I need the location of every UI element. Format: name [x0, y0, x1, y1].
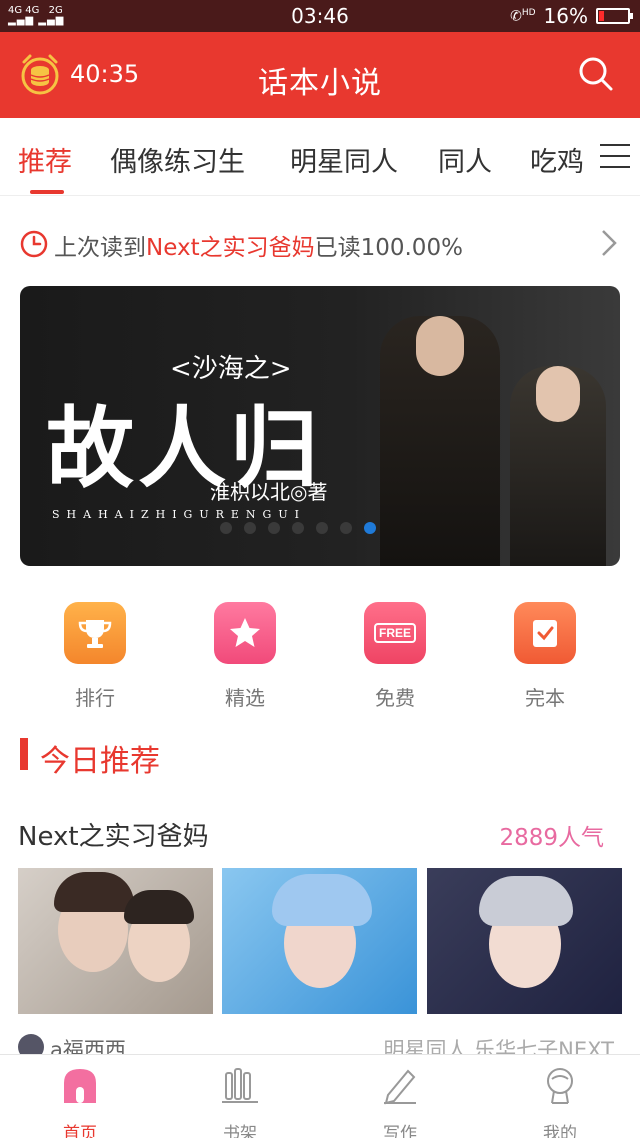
banner-roman-title: SHAHAIZHIGURENGUI [52, 508, 306, 521]
tab-menu-icon[interactable] [600, 144, 630, 170]
carousel-dot[interactable] [244, 522, 256, 534]
carousel-dot[interactable] [220, 522, 232, 534]
hd-label: HD [521, 7, 536, 18]
free-icon: FREE [364, 602, 426, 664]
banner-figure-man [380, 316, 500, 566]
bookshelf-icon [222, 1068, 258, 1103]
battery-percent: 16% [543, 4, 588, 28]
tab-fanfic[interactable]: 同人 [438, 140, 492, 179]
carousel-dots [220, 522, 376, 534]
quick-link-label: 精选 [225, 686, 265, 710]
chevron-right-icon[interactable] [600, 228, 618, 258]
bottom-nav: 首页 书架 写作 我的 [0, 1054, 640, 1138]
pen-icon [384, 1069, 416, 1105]
quick-link-label: 免费 [375, 686, 415, 710]
status-bar: 4G 4G 2G ▂▄▆ ▂▄▆ 03:46 ✆HD 16% [0, 0, 640, 32]
quick-link-label: 完本 [525, 686, 565, 710]
carousel-dot[interactable] [364, 522, 376, 534]
nav-bookshelf[interactable]: 书架 [200, 1065, 280, 1138]
nav-write[interactable]: 写作 [360, 1065, 440, 1138]
nav-label: 首页 [63, 1124, 97, 1138]
section-marker [20, 738, 28, 770]
nav-label: 写作 [383, 1124, 417, 1138]
app-title: 话本小说 [258, 66, 382, 101]
quick-link-free[interactable]: FREE 免费 [364, 602, 426, 710]
featured-meta-row: a福西西 明星同人 乐华七子NEXT [0, 1034, 640, 1056]
nav-label: 书架 [223, 1124, 257, 1138]
last-read-book[interactable]: Next之实习爸妈 [146, 235, 315, 261]
tab-pubg[interactable]: 吃鸡 [530, 140, 584, 179]
quick-link-featured[interactable]: 精选 [214, 602, 276, 710]
nav-label: 我的 [543, 1124, 577, 1138]
quick-link-completed[interactable]: 完本 [514, 602, 576, 710]
carousel-dot[interactable] [292, 522, 304, 534]
avatar[interactable] [18, 1034, 44, 1056]
carousel-dot[interactable] [268, 522, 280, 534]
promo-banner[interactable]: <沙海之> 故人归 淮枳以北◎著 SHAHAIZHIGURENGUI [20, 286, 620, 566]
last-read-text: 上次读到Next之实习爸妈已读100.00% [54, 228, 463, 262]
search-icon[interactable] [578, 56, 614, 92]
featured-image-3[interactable] [427, 868, 622, 1014]
author-name[interactable]: a福西西 [50, 1034, 126, 1056]
section-title: 今日推荐 [40, 744, 160, 779]
banner-figure-woman [510, 366, 606, 566]
nav-home[interactable]: 首页 [40, 1065, 120, 1138]
quick-link-ranking[interactable]: 排行 [64, 602, 126, 710]
app-header: 40:35 话本小说 [0, 32, 640, 118]
banner-author: 淮枳以北◎著 [210, 480, 328, 504]
featured-image-2[interactable] [222, 868, 417, 1014]
nav-profile[interactable]: 我的 [520, 1065, 600, 1138]
quick-link-label: 排行 [75, 686, 115, 710]
profile-icon [547, 1068, 573, 1104]
featured-tags: 明星同人 乐华七子NEXT [383, 1038, 615, 1056]
last-read-progress: 已读100.00% [314, 235, 463, 261]
clock-icon [20, 230, 48, 258]
home-icon [64, 1069, 96, 1103]
featured-image-1[interactable] [18, 868, 213, 1014]
battery-icon [596, 8, 633, 24]
star-icon [214, 602, 276, 664]
featured-popularity: 2889人气 [499, 825, 604, 851]
featured-book-title[interactable]: Next之实习爸妈 [18, 816, 209, 853]
call-hd-icon: ✆HD [510, 7, 536, 25]
active-tab-indicator [30, 190, 64, 194]
category-tabs: 推荐 偶像练习生 明星同人 同人 吃鸡 [0, 118, 640, 196]
carousel-dot[interactable] [316, 522, 328, 534]
tab-celebrity-fanfic[interactable]: 明星同人 [290, 140, 398, 179]
last-read-prefix: 上次读到 [54, 235, 146, 261]
carousel-dot[interactable] [340, 522, 352, 534]
trophy-icon [64, 602, 126, 664]
checklist-icon [514, 602, 576, 664]
tab-idol-trainee[interactable]: 偶像练习生 [110, 140, 245, 179]
tab-recommend[interactable]: 推荐 [18, 140, 72, 179]
free-badge: FREE [373, 623, 416, 643]
last-read-banner[interactable]: 上次读到Next之实习爸妈已读100.00% [0, 214, 640, 272]
